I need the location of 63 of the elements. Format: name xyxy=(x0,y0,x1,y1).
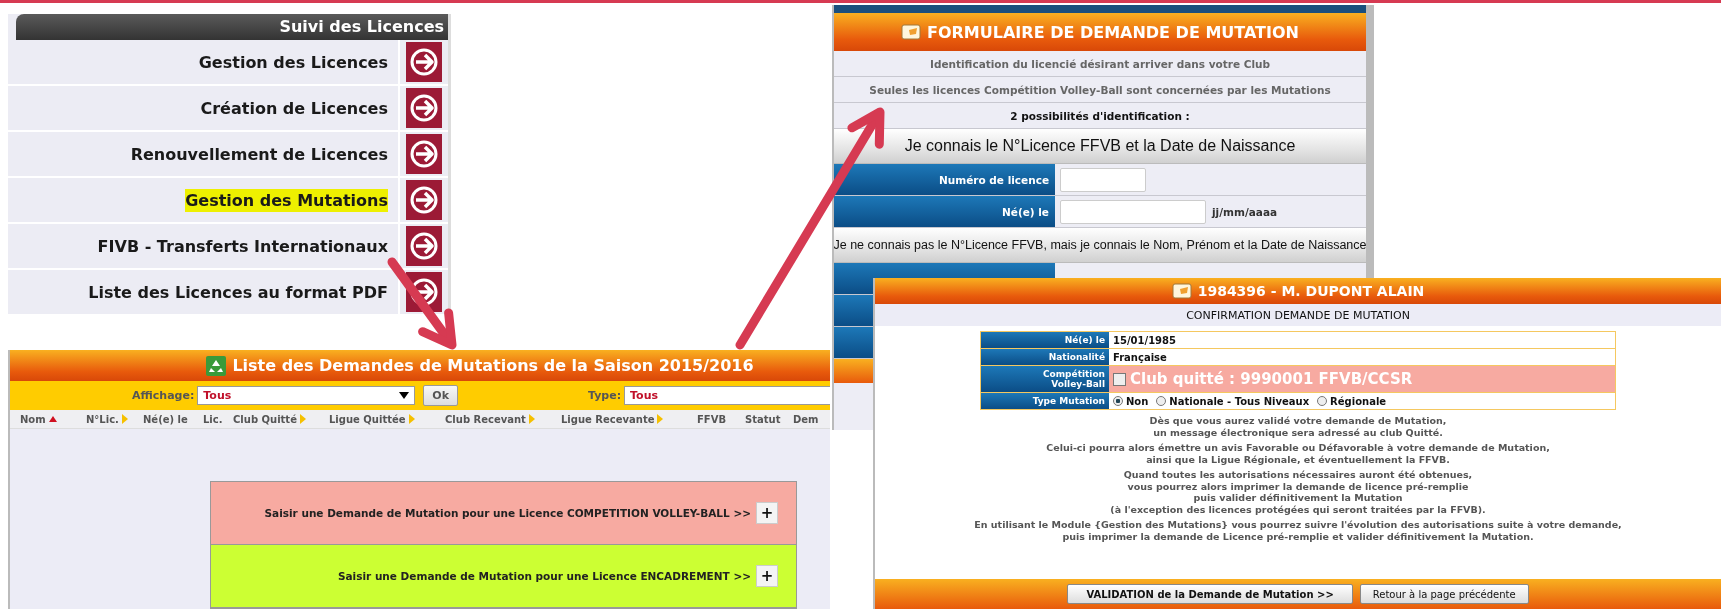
filter-label: Affichage: xyxy=(132,389,195,403)
info-paragraph: Dès que vous aurez validé votre demande de Mutation, un message électronique sera adressé au club Quitté. xyxy=(1149,415,1447,438)
field-label: Né(e) le xyxy=(834,196,1055,227)
field-value: 15/01/1985 xyxy=(1113,334,1176,346)
radio-button[interactable] xyxy=(1317,396,1328,406)
column-header[interactable]: Né(e) le xyxy=(143,413,188,425)
card-icon xyxy=(1171,283,1192,299)
column-header[interactable]: Statut xyxy=(745,413,781,425)
card-icon xyxy=(901,24,921,40)
info-text: Identification du licencié désirant arriver dans votre Club xyxy=(834,51,1366,77)
window-title: 1984396 - M. DUPONT ALAIN xyxy=(1197,283,1425,299)
add-button[interactable]: + xyxy=(756,565,778,587)
window-title: Liste des Demandes de Mutations de la Saison 2015/2016 xyxy=(232,356,754,376)
column-header[interactable]: Dem xyxy=(793,413,819,425)
info-text: Seules les licences Compétition Volley-Ball sont concernées par les Mutations xyxy=(834,77,1366,103)
column-header[interactable]: N°Lic. xyxy=(86,413,119,425)
display-dropdown[interactable]: Tous xyxy=(197,386,416,406)
action-label: Saisir une Demande de Mutation pour une Licence COMPETITION VOLLEY-BALL >> xyxy=(264,507,751,519)
menu-link[interactable]: Liste des Licences au format PDF xyxy=(88,280,388,304)
column-header[interactable]: FFVB xyxy=(697,413,727,425)
input-field[interactable] xyxy=(1060,199,1206,224)
section-heading: Je connais le N°Licence FFVB et la Date de Naissance xyxy=(834,129,1366,164)
info-paragraph: Quand toutes les autorisations nécessaires auront été obtenues, vous pourrez alors imprimer la demande de licence pré-remplie puis valider définitivement la Mutation (à l'exception des licences protégées qui seront traitées par la FFVB). xyxy=(1110,469,1486,515)
column-header[interactable]: Ligue Recevante xyxy=(561,413,655,425)
column-header[interactable]: Lic. xyxy=(203,413,223,425)
menu-link[interactable]: FIVB - Transferts Internationaux xyxy=(97,234,388,258)
action-button[interactable]: Retour à la page précédente xyxy=(1359,584,1529,604)
column-header[interactable]: Nom xyxy=(20,413,46,425)
menu-link[interactable]: Gestion des Licences xyxy=(198,50,388,74)
field-value: Française xyxy=(1113,351,1167,363)
radio-button[interactable] xyxy=(1156,396,1167,406)
checkbox[interactable] xyxy=(1113,372,1126,386)
menu-link[interactable]: Création de Licences xyxy=(200,96,388,120)
radio-button[interactable] xyxy=(1113,396,1123,406)
filter-label: Type: xyxy=(587,389,622,403)
radio-label: Non xyxy=(1126,395,1149,407)
info-paragraph: Celui-ci pourra alors émettre un avis Favorable ou Défavorable à votre demande de Mutation, ainsi que la Ligue Régionale, et éventuellement la FFVB. xyxy=(1046,442,1550,465)
action-label: Saisir une Demande de Mutation pour une Licence ENCADREMENT >> xyxy=(337,570,751,582)
input-field[interactable] xyxy=(1060,167,1146,192)
field-label: Numéro de licence xyxy=(834,164,1055,195)
radio-label: Nationale - Tous Niveaux xyxy=(1169,395,1310,407)
field-label: Type Mutation xyxy=(981,393,1109,409)
ok-button[interactable]: Ok xyxy=(423,385,458,407)
menu-link[interactable]: Gestion des Mutations xyxy=(185,188,388,212)
column-header[interactable]: Ligue Quittée xyxy=(329,413,406,425)
type-dropdown[interactable]: Tous xyxy=(624,386,830,406)
format-hint: jj/mm/aaaa xyxy=(1212,205,1278,218)
window-title: FORMULAIRE DE DEMANDE DE MUTATION xyxy=(927,22,1299,42)
menu-link[interactable]: Renouvellement de Licences xyxy=(130,142,388,166)
field-label: Nationalité xyxy=(981,349,1109,365)
column-header[interactable]: Club Quitté xyxy=(233,413,297,425)
menu-title: Suivi des Licences xyxy=(16,14,448,40)
subtitle: CONFIRMATION DEMANDE DE MUTATION xyxy=(875,304,1721,326)
column-header[interactable]: Club Recevant xyxy=(445,413,526,425)
add-button[interactable]: + xyxy=(756,502,778,524)
action-button[interactable]: VALIDATION de la Demande de Mutation >> xyxy=(1067,584,1353,604)
field-label: Compétition Volley-Ball xyxy=(981,366,1109,392)
section-heading: Je ne connais pas le N°Licence FFVB, mais je connais le Nom, Prénom et la Date de Naissance xyxy=(834,228,1366,263)
radio-label: Régionale xyxy=(1330,395,1387,407)
recycle-icon xyxy=(206,355,227,376)
caret-icon xyxy=(399,392,410,400)
info-paragraph: En utilisant le Module {Gestion des Mutations} vous pourrez suivre l'évolution des autorisations suite à votre demande, puis imprimer la demande de Licence pré-remplie et valider définitivement la Mutation. xyxy=(974,519,1622,542)
field-label: Né(e) le xyxy=(981,332,1109,348)
